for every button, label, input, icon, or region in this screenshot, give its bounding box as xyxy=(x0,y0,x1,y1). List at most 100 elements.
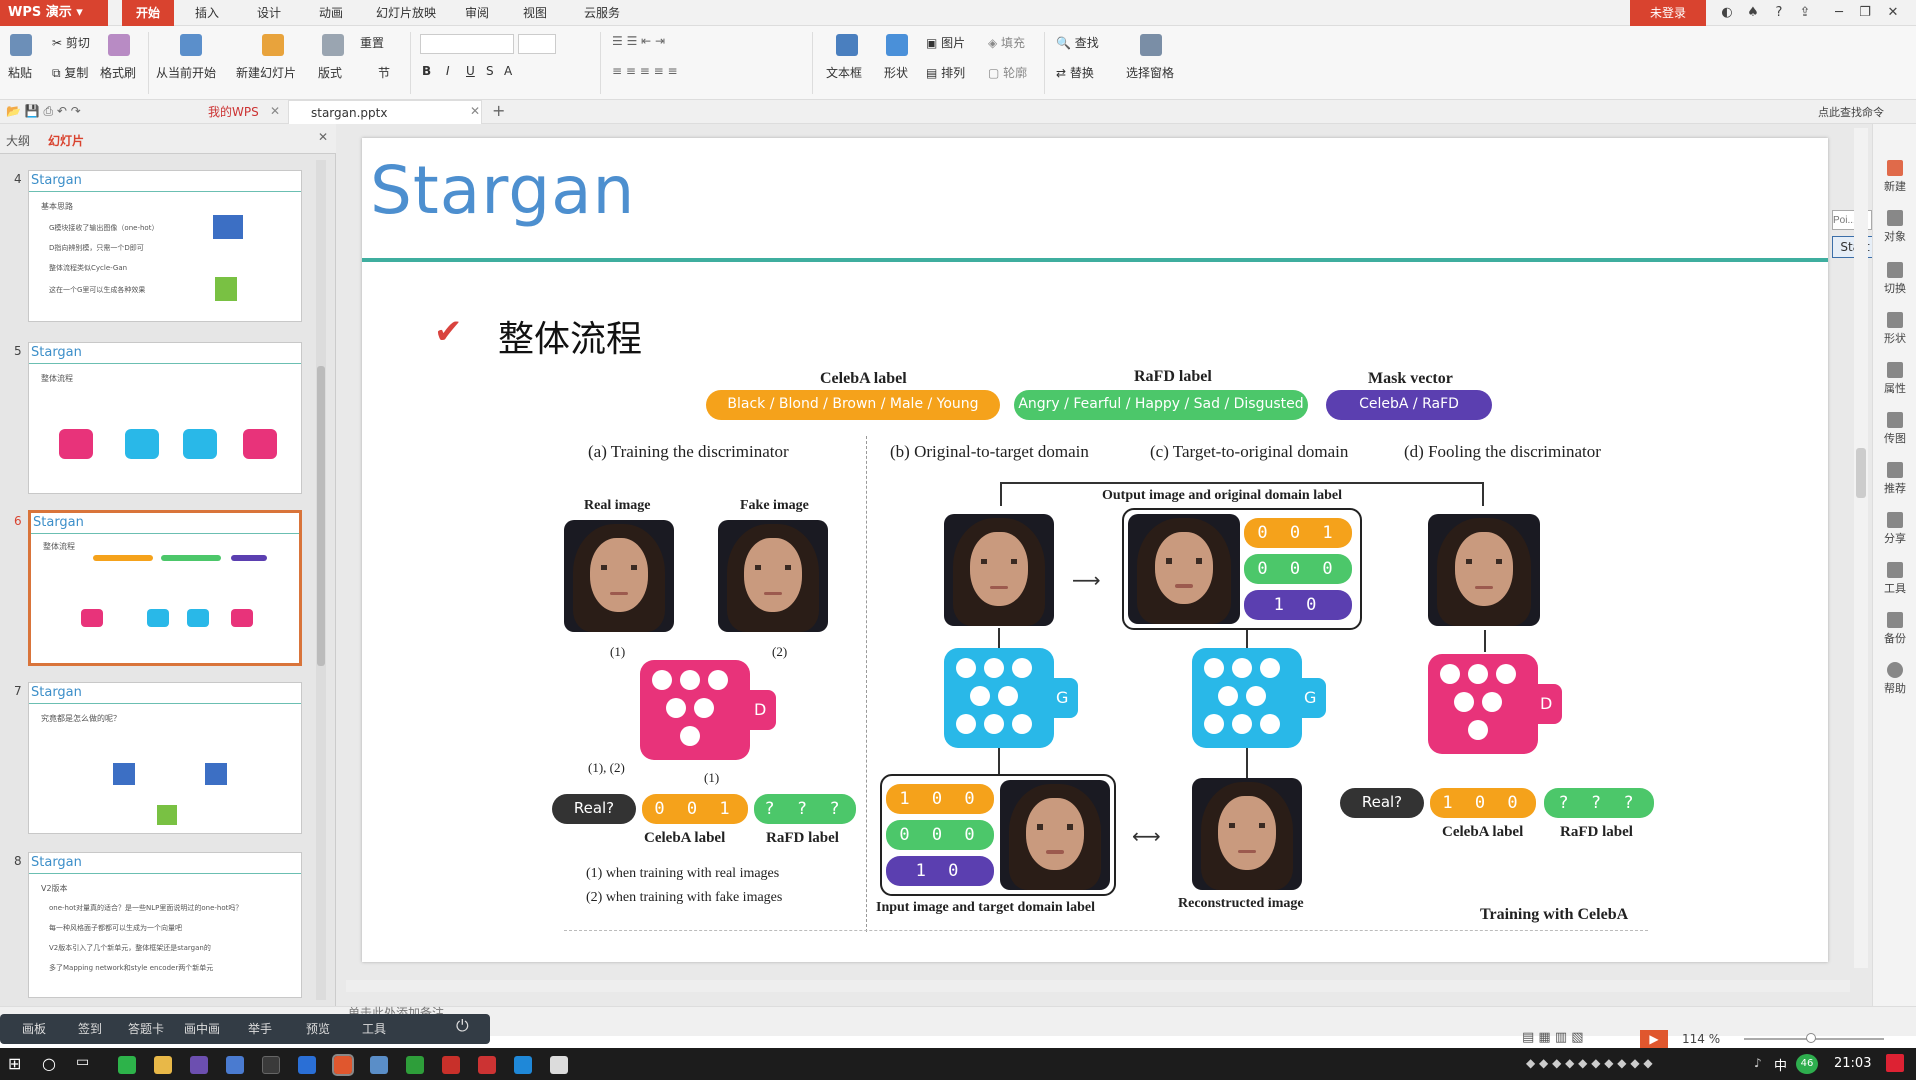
search-icon[interactable]: ○ xyxy=(42,1054,56,1073)
section-button[interactable]: 节 xyxy=(378,64,390,81)
ime-indicator[interactable]: 中 xyxy=(1774,1055,1787,1074)
font-family-select[interactable] xyxy=(420,34,514,54)
app-icon[interactable] xyxy=(370,1056,388,1074)
slide-thumbnail[interactable]: Stargan 究竟都是怎么做的呢？ xyxy=(28,682,302,834)
tab-cloud[interactable]: 云服务 xyxy=(574,0,630,26)
canvas-scroll-thumb[interactable] xyxy=(1856,448,1866,498)
play-slideshow-button[interactable]: ▶ xyxy=(1640,1030,1668,1048)
login-button[interactable]: 未登录 xyxy=(1630,0,1706,26)
shape-button[interactable]: 形状 xyxy=(884,64,908,81)
horizontal-scrollbar[interactable] xyxy=(346,980,1850,992)
tab-slideshow[interactable]: 幻灯片放映 xyxy=(366,0,446,26)
power-icon[interactable]: ⏻ xyxy=(456,1016,469,1036)
text-box-icon[interactable] xyxy=(836,34,858,56)
app-icon[interactable] xyxy=(226,1056,244,1074)
tab-stargan-file[interactable]: stargan.pptx xyxy=(288,100,482,124)
file-explorer-icon[interactable] xyxy=(154,1056,172,1074)
sidebar-properties[interactable]: 属性 xyxy=(1878,362,1912,396)
speaker-icon[interactable]: ♪ xyxy=(1754,1056,1762,1070)
outline-button[interactable]: ▢ 轮廓 xyxy=(988,64,1027,81)
sidebar-shape[interactable]: 形状 xyxy=(1878,312,1912,346)
format-painter-icon[interactable] xyxy=(108,34,130,56)
sidebar-recommend[interactable]: 推荐 xyxy=(1878,462,1912,496)
close-button[interactable]: ✕ xyxy=(1880,0,1906,26)
select-pane-icon[interactable] xyxy=(1140,34,1162,56)
tab-view[interactable]: 视图 xyxy=(512,0,558,26)
zoom-slider-handle[interactable] xyxy=(1806,1033,1816,1043)
underline-button[interactable]: U xyxy=(466,64,475,78)
upload-icon[interactable]: ⇪ xyxy=(1792,0,1818,26)
minimize-button[interactable]: ─ xyxy=(1826,0,1852,26)
pdf-icon[interactable] xyxy=(442,1056,460,1074)
windows-start-icon[interactable]: ⊞ xyxy=(8,1054,21,1073)
tab-home[interactable]: 开始 xyxy=(122,0,174,26)
sidebar-upload-image[interactable]: 传图 xyxy=(1878,412,1912,446)
shadow-button[interactable]: S xyxy=(486,64,494,78)
app-icon[interactable] xyxy=(514,1056,532,1074)
fill-button[interactable]: ◈ 填充 xyxy=(988,34,1025,51)
tool-tools[interactable]: 工具 xyxy=(362,1020,386,1037)
play-from-current-icon[interactable] xyxy=(180,34,202,56)
shirt-icon[interactable]: ♠ xyxy=(1740,0,1766,26)
slide-subtitle[interactable]: 整体流程 xyxy=(498,310,642,362)
copy-button[interactable]: ⧉ 复制 xyxy=(52,64,88,81)
pycharm-icon[interactable] xyxy=(406,1056,424,1074)
select-pane-button[interactable]: 选择窗格 xyxy=(1126,64,1174,81)
reset-button[interactable]: 重置 xyxy=(360,34,384,51)
tool-board[interactable]: 画板 xyxy=(22,1020,46,1037)
notepad-icon[interactable] xyxy=(550,1056,568,1074)
zoom-level[interactable]: 114 % xyxy=(1682,1032,1720,1046)
find-button[interactable]: 🔍 查找 xyxy=(1056,34,1099,51)
app-menu-button[interactable]: WPS 演示 ▾ xyxy=(0,0,108,26)
slide-thumbnail[interactable]: Stargan V2版本 one-hot对量真的适合？是一些NLP里面说明过的o… xyxy=(28,852,302,998)
tab-review[interactable]: 审阅 xyxy=(454,0,500,26)
tool-answer-card[interactable]: 答题卡 xyxy=(128,1020,164,1037)
new-tab-icon[interactable]: + xyxy=(492,101,505,120)
wechat-icon[interactable] xyxy=(118,1056,136,1074)
wps-presentation-icon[interactable] xyxy=(332,1054,354,1076)
task-view-icon[interactable]: ▭ xyxy=(76,1054,89,1070)
shape-icon[interactable] xyxy=(886,34,908,56)
help-button[interactable]: ? xyxy=(1766,0,1792,26)
close-icon[interactable]: ✕ xyxy=(270,104,280,118)
sidebar-object[interactable]: 对象 xyxy=(1878,210,1912,244)
layout-button[interactable]: 版式 xyxy=(318,64,342,81)
tab-outline[interactable]: 大纲 xyxy=(6,132,30,149)
view-buttons[interactable]: ▤ ▦ ▥ ▧ xyxy=(1522,1030,1584,1045)
tab-slides[interactable]: 幻灯片 xyxy=(48,132,84,149)
layout-icon[interactable] xyxy=(322,34,344,56)
clock[interactable]: 21:03 xyxy=(1834,1056,1871,1071)
sidebar-tools[interactable]: 工具 xyxy=(1878,562,1912,596)
bold-button[interactable]: B xyxy=(422,64,431,78)
text-box-button[interactable]: 文本框 xyxy=(826,64,862,81)
slide-thumbnail[interactable]: Stargan 整体流程 xyxy=(28,342,302,494)
skin-icon[interactable]: ◐ xyxy=(1714,0,1740,26)
bullet-list-icon[interactable]: ☰ ☰ ⇤ ⇥ xyxy=(612,34,665,48)
restore-button[interactable]: ❐ xyxy=(1852,0,1878,26)
tray-badge[interactable]: 46 xyxy=(1796,1054,1818,1074)
system-tray-icons[interactable]: ◆ ◆ ◆ ◆ ◆ ◆ ◆ ◆ ◆ ◆ xyxy=(1526,1056,1653,1070)
sidebar-new[interactable]: 新建 xyxy=(1878,160,1912,194)
tool-raise-hand[interactable]: 举手 xyxy=(248,1020,272,1037)
shield-icon[interactable] xyxy=(298,1056,316,1074)
canvas-scrollbar[interactable] xyxy=(1854,128,1868,968)
italic-button[interactable]: I xyxy=(446,64,450,78)
tab-insert[interactable]: 插入 xyxy=(184,0,230,26)
visual-studio-icon[interactable] xyxy=(190,1056,208,1074)
slide-thumbnail-selected[interactable]: Stargan 整体流程 xyxy=(28,510,302,666)
font-size-select[interactable] xyxy=(518,34,556,54)
close-panel-icon[interactable]: ✕ xyxy=(318,130,328,144)
arrange-button[interactable]: ▤ 排列 xyxy=(926,64,965,81)
terminal-icon[interactable] xyxy=(262,1056,280,1074)
paste-button[interactable]: 粘贴 xyxy=(8,64,32,81)
panel-scroll-thumb[interactable] xyxy=(317,366,325,666)
from-current-button[interactable]: 从当前开始 xyxy=(156,64,216,81)
picture-button[interactable]: ▣ 图片 xyxy=(926,34,965,51)
cut-button[interactable]: ✂ 剪切 xyxy=(52,34,90,51)
tool-checkin[interactable]: 签到 xyxy=(78,1020,102,1037)
align-icons[interactable]: ≡ ≡ ≡ ≡ ≡ xyxy=(612,64,678,78)
slide-title[interactable]: Stargan xyxy=(370,152,635,229)
close-icon[interactable]: ✕ xyxy=(470,104,480,118)
sidebar-share[interactable]: 分享 xyxy=(1878,512,1912,546)
quick-access-icons[interactable]: 📂 💾 ⎙ ↶ ↷ xyxy=(6,104,81,119)
